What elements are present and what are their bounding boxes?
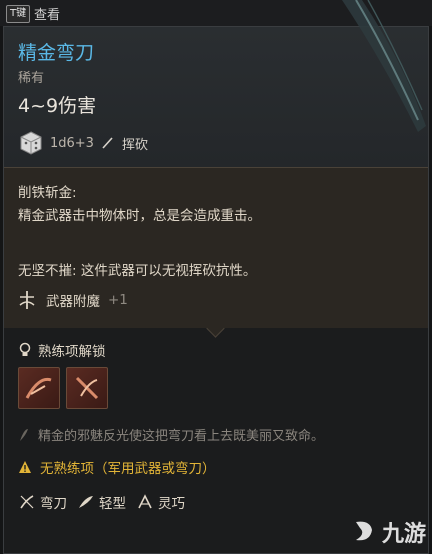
dice-icon — [20, 131, 42, 155]
damage-type: 挥砍 — [121, 137, 148, 153]
dice-row: 1d6+3 挥砍 — [18, 129, 148, 157]
dice-roll: 1d6+3 — [50, 135, 94, 151]
flavor-row: 精金的邪魅反光使这把弯刀看上去既美丽又致命。 — [18, 425, 324, 444]
watermark: 九游 — [350, 516, 426, 548]
proficiency-icons — [18, 367, 108, 409]
item-name: 精金弯刀 — [18, 42, 95, 64]
feather-icon — [79, 496, 93, 508]
tag-light[interactable]: 轻型 — [77, 492, 126, 512]
tag-scimitar[interactable]: 弯刀 — [18, 492, 67, 512]
enchantment-row: 武器附魔 +1 — [16, 287, 128, 313]
item-tooltip: 精金弯刀 稀有 4~9伤害 1d6+3 挥砍 削铁斩金: 精金武器击中物体时，总… — [3, 26, 429, 554]
warning-row: 无熟练项（军用武器或弯刀） — [18, 457, 216, 477]
tag-finesse[interactable]: 灵巧 — [136, 492, 185, 512]
proficiency-header: 熟练项解锁 — [18, 340, 106, 360]
proficiency-title: 熟练项解锁 — [38, 344, 106, 360]
quill-icon — [20, 428, 28, 441]
bulb-icon — [19, 342, 31, 356]
top-bar: T键 查看 — [0, 0, 432, 26]
proficiency-action-icon-2[interactable] — [66, 367, 108, 409]
proficiency-action-icon-1[interactable] — [18, 367, 60, 409]
no-proficiency-warning: 无熟练项（军用武器或弯刀） — [40, 461, 216, 477]
ability-body: 精金武器击中物体时，总是会造成重击。 — [18, 208, 261, 224]
key-hint-badge[interactable]: T键 — [6, 5, 31, 23]
scimitar-icon — [20, 495, 34, 509]
slash-attack-icon — [25, 377, 52, 399]
tag-label: 轻型 — [99, 496, 126, 512]
weapon-tags: 弯刀 轻型 灵巧 — [18, 492, 185, 512]
warning-icon — [19, 461, 31, 473]
enchant-icon — [19, 291, 35, 309]
finesse-icon — [138, 494, 152, 509]
ability-title: 削铁斩金: — [18, 185, 77, 201]
watermark-text: 九游 — [381, 522, 426, 547]
passive-ability: 无坚不摧: 这件武器可以无视挥砍抗性。 — [18, 263, 257, 279]
enchant-value: +1 — [108, 292, 128, 308]
tag-label: 弯刀 — [40, 496, 67, 512]
slash-icon — [102, 137, 113, 149]
enchant-label: 武器附魔 — [46, 294, 100, 310]
item-damage: 4~9伤害 — [18, 95, 97, 117]
flavor-text: 精金的邪魅反光使这把弯刀看上去既美丽又致命。 — [38, 429, 325, 444]
item-rarity: 稀有 — [18, 71, 45, 86]
jiuyou-logo-icon — [355, 521, 372, 541]
tag-label: 灵巧 — [158, 496, 185, 512]
inspect-label[interactable]: 查看 — [34, 4, 60, 23]
lacerate-icon — [75, 376, 99, 400]
